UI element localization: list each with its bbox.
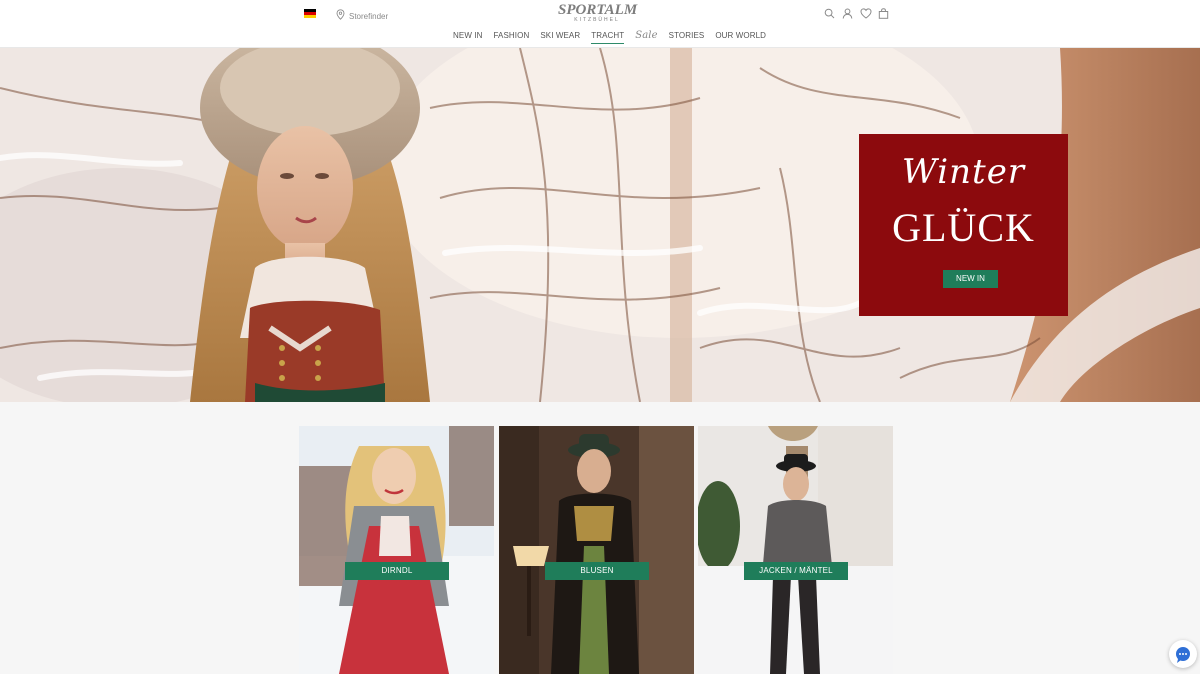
- category-image-blusen: [499, 426, 694, 674]
- bag-icon[interactable]: [878, 6, 889, 19]
- site-header: Storefinder SPORTALM KITZBÜHEL NEW IN FA…: [0, 0, 1200, 48]
- heart-icon[interactable]: [860, 6, 872, 19]
- nav-item-tracht[interactable]: TRACHT: [591, 31, 625, 44]
- location-pin-icon: [336, 7, 345, 25]
- nav-item-new-in[interactable]: NEW IN: [453, 31, 483, 43]
- language-flag-icon[interactable]: [304, 9, 316, 18]
- chat-widget-button[interactable]: [1169, 640, 1197, 668]
- chat-bubble-icon: [1176, 647, 1190, 663]
- hero-new-in-button[interactable]: NEW IN: [943, 270, 998, 288]
- user-icon[interactable]: [842, 6, 853, 19]
- storefinder-link[interactable]: Storefinder: [336, 7, 388, 25]
- nav-item-ski-wear[interactable]: SKI WEAR: [540, 31, 580, 43]
- category-tile-jacken-maentel[interactable]: JACKEN / MÄNTEL: [698, 426, 893, 674]
- category-image-dirndl: [299, 426, 494, 674]
- category-button-jacken-maentel[interactable]: JACKEN / MÄNTEL: [744, 562, 848, 580]
- header-icons: [824, 6, 889, 19]
- hero-promo-panel: Winter GLÜCK NEW IN: [859, 134, 1068, 316]
- category-image-jacken-maentel: [698, 426, 893, 674]
- nav-item-fashion[interactable]: FASHION: [494, 31, 530, 43]
- category-button-blusen[interactable]: BLUSEN: [545, 562, 649, 580]
- hero-banner[interactable]: Winter GLÜCK NEW IN: [0, 48, 1200, 402]
- nav-item-sale[interactable]: Sale: [635, 30, 657, 44]
- storefinder-label: Storefinder: [349, 11, 389, 21]
- category-tile-dirndl[interactable]: DIRNDL: [299, 426, 494, 674]
- hero-title: GLÜCK: [892, 205, 1035, 250]
- logo-wordmark: SPORTALM: [558, 2, 638, 18]
- brand-logo[interactable]: SPORTALM KITZBÜHEL: [558, 2, 638, 24]
- hero-script-heading: Winter: [901, 152, 1026, 192]
- nav-item-stories[interactable]: STORIES: [669, 31, 705, 43]
- category-tile-blusen[interactable]: BLUSEN: [499, 426, 694, 674]
- nav-item-our-world[interactable]: OUR WORLD: [715, 31, 766, 43]
- category-button-dirndl[interactable]: DIRNDL: [345, 562, 449, 580]
- search-icon[interactable]: [824, 6, 835, 19]
